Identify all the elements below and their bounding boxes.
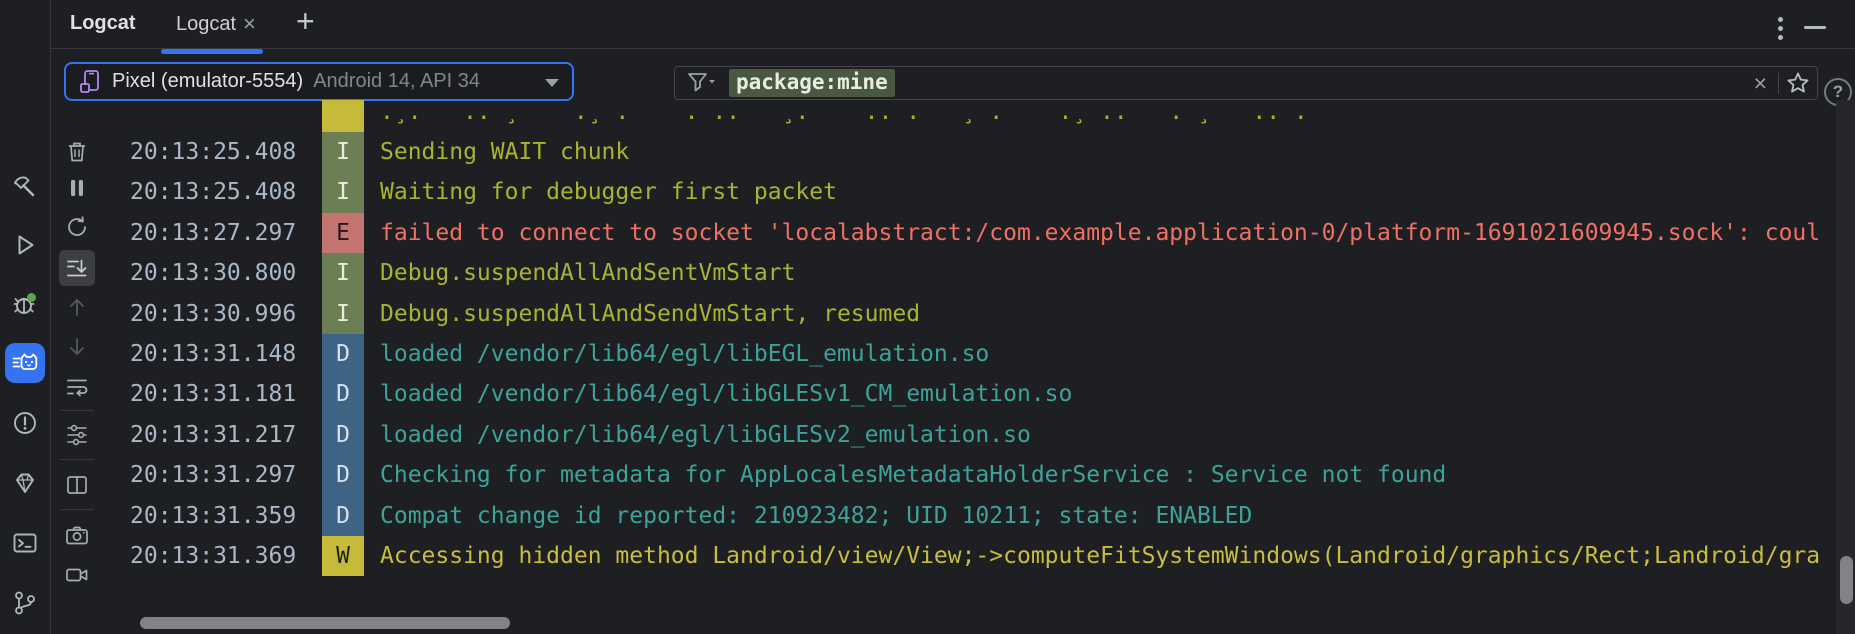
toolbar-separator bbox=[60, 509, 94, 510]
logcat-formatting-sliders-icon[interactable] bbox=[64, 422, 90, 448]
filter-input[interactable]: package:mine × bbox=[674, 66, 1818, 100]
vertical-scrollbar-thumb[interactable] bbox=[1840, 556, 1853, 604]
debug-running-dot bbox=[27, 293, 36, 302]
log-row[interactable]: 20:13:31.369 W Accessing hidden method L… bbox=[105, 536, 1836, 576]
clear-logcat-trash-icon[interactable] bbox=[64, 139, 90, 165]
log-message: Compat change id reported: 210923482; UI… bbox=[380, 503, 1252, 529]
filter-funnel-icon bbox=[687, 71, 717, 95]
split-panel-icon[interactable] bbox=[64, 472, 90, 498]
log-level-badge: W bbox=[322, 536, 364, 576]
log-timestamp: 20:13:31.369 bbox=[130, 543, 296, 569]
log-timestamp: 20:13:25.408 bbox=[130, 139, 296, 165]
log-message: Debug.suspendAllAndSendVmStart, resumed bbox=[380, 301, 920, 327]
virtual-device-phone-icon bbox=[78, 69, 102, 95]
next-occurrence-down-icon[interactable] bbox=[64, 334, 90, 360]
header-divider bbox=[51, 48, 1855, 49]
pause-logcat-icon[interactable] bbox=[64, 175, 90, 201]
scroll-to-end-selected-box[interactable] bbox=[59, 250, 95, 286]
horizontal-scrollbar-thumb[interactable] bbox=[140, 617, 510, 629]
log-row[interactable]: 20:13:25.408 I Waiting for debugger firs… bbox=[105, 172, 1836, 212]
device-selector-dropdown[interactable]: Pixel (emulator-5554) Android 14, API 34 bbox=[64, 62, 574, 101]
screen-record-video-icon[interactable] bbox=[64, 562, 90, 588]
toolbar-separator bbox=[60, 459, 94, 460]
log-message: Debug.suspendAllAndSentVmStart bbox=[380, 260, 795, 286]
log-row[interactable]: 20:13:31.181 D loaded /vendor/lib64/egl/… bbox=[105, 374, 1836, 414]
log-level-badge: D bbox=[322, 495, 364, 535]
tab-close-icon[interactable]: × bbox=[243, 11, 256, 37]
clear-filter-icon[interactable]: × bbox=[1754, 70, 1767, 97]
log-message: Sending WAIT chunk bbox=[380, 139, 629, 165]
log-message: failed to connect to socket 'localabstra… bbox=[380, 220, 1820, 246]
log-timestamp: 20:13:31.297 bbox=[130, 462, 296, 488]
tab-logcat[interactable]: Logcat bbox=[176, 13, 236, 36]
log-message: loaded /vendor/lib64/egl/libEGL_emulatio… bbox=[380, 341, 989, 367]
log-level-badge: I bbox=[322, 132, 364, 172]
log-timestamp: 20:13:30.800 bbox=[130, 260, 296, 286]
toolbar-separator bbox=[60, 410, 94, 411]
log-level-badge: I bbox=[322, 172, 364, 212]
problems-icon[interactable] bbox=[11, 409, 39, 437]
scroll-to-end-icon bbox=[64, 255, 90, 281]
run-play-icon[interactable] bbox=[11, 231, 39, 259]
log-message: .¸. .. ¸ .¸ . . .. ¸. .. . ¸ . .¸ .. . ¸… bbox=[380, 100, 1308, 125]
log-view[interactable]: .¸. .. ¸ .¸ . . .. ¸. .. . ¸ . .¸ .. . ¸… bbox=[105, 100, 1836, 634]
tool-window-stripe bbox=[0, 0, 51, 634]
kebab-menu-icon bbox=[1778, 17, 1783, 22]
log-row[interactable]: 20:13:27.297 E failed to connect to sock… bbox=[105, 213, 1836, 253]
log-row[interactable]: 20:13:31.359 D Compat change id reported… bbox=[105, 495, 1836, 535]
log-level-badge: I bbox=[322, 293, 364, 333]
log-message: loaded /vendor/lib64/egl/libGLESv2_emula… bbox=[380, 422, 1031, 448]
log-level-badge: D bbox=[322, 455, 364, 495]
log-row[interactable]: 20:13:30.996 I Debug.suspendAllAndSendVm… bbox=[105, 293, 1836, 333]
log-timestamp: 20:13:31.359 bbox=[130, 503, 296, 529]
log-level-badge bbox=[322, 100, 364, 132]
active-tab-underline bbox=[161, 49, 263, 54]
minimize-icon[interactable] bbox=[1804, 26, 1826, 29]
log-message: Accessing hidden method Landroid/view/Vi… bbox=[380, 543, 1820, 569]
log-row[interactable]: 20:13:25.408 I Sending WAIT chunk bbox=[105, 132, 1836, 172]
dropdown-arrow-icon bbox=[545, 79, 559, 87]
log-timestamp: 20:13:31.217 bbox=[130, 422, 296, 448]
star-icon[interactable] bbox=[1785, 70, 1811, 96]
tool-window-title: Logcat bbox=[70, 12, 136, 35]
log-row-partial[interactable]: .¸. .. ¸ .¸ . . .. ¸. .. . ¸ . .¸ .. . ¸… bbox=[105, 100, 1836, 132]
log-message: Checking for metadata for AppLocalesMeta… bbox=[380, 462, 1446, 488]
logcat-active-highlight[interactable] bbox=[5, 343, 45, 383]
log-message: Waiting for debugger first packet bbox=[380, 179, 837, 205]
log-level-badge: D bbox=[322, 415, 364, 455]
terminal-icon[interactable] bbox=[11, 529, 39, 557]
log-timestamp: 20:13:27.297 bbox=[130, 220, 296, 246]
log-row[interactable]: 20:13:31.217 D loaded /vendor/lib64/egl/… bbox=[105, 415, 1836, 455]
filter-query-chip: package:mine bbox=[729, 69, 895, 97]
log-row[interactable]: 20:13:31.148 D loaded /vendor/lib64/egl/… bbox=[105, 334, 1836, 374]
kebab-menu-icon bbox=[1778, 35, 1783, 40]
log-timestamp: 20:13:31.181 bbox=[130, 381, 296, 407]
git-branch-icon[interactable] bbox=[11, 589, 39, 617]
soft-wrap-icon[interactable] bbox=[64, 374, 90, 400]
logcat-cat-icon bbox=[11, 349, 39, 377]
log-row[interactable]: 20:13:30.800 I Debug.suspendAllAndSentVm… bbox=[105, 253, 1836, 293]
filter-divider bbox=[1778, 73, 1779, 94]
log-level-badge: D bbox=[322, 334, 364, 374]
restart-logcat-icon[interactable] bbox=[64, 214, 90, 240]
screenshot-camera-icon[interactable] bbox=[64, 522, 90, 548]
debug-bug-icon[interactable] bbox=[11, 291, 39, 319]
device-details: Android 14, API 34 bbox=[313, 70, 480, 93]
build-hammer-icon[interactable] bbox=[11, 173, 39, 201]
log-timestamp: 20:13:31.148 bbox=[130, 341, 296, 367]
log-level-badge: I bbox=[322, 253, 364, 293]
app-insights-gem-icon[interactable] bbox=[11, 469, 39, 497]
new-tab-button[interactable]: + bbox=[296, 3, 315, 40]
device-name: Pixel (emulator-5554) bbox=[112, 70, 303, 93]
log-timestamp: 20:13:25.408 bbox=[130, 179, 296, 205]
log-message: loaded /vendor/lib64/egl/libGLESv1_CM_em… bbox=[380, 381, 1072, 407]
log-row[interactable]: 20:13:31.297 D Checking for metadata for… bbox=[105, 455, 1836, 495]
scrollbar-gutter bbox=[1836, 100, 1855, 634]
log-level-badge: D bbox=[322, 374, 364, 414]
log-level-badge: E bbox=[322, 213, 364, 253]
log-timestamp: 20:13:30.996 bbox=[130, 301, 296, 327]
previous-occurrence-up-icon[interactable] bbox=[64, 294, 90, 320]
kebab-menu-icon bbox=[1778, 26, 1783, 31]
